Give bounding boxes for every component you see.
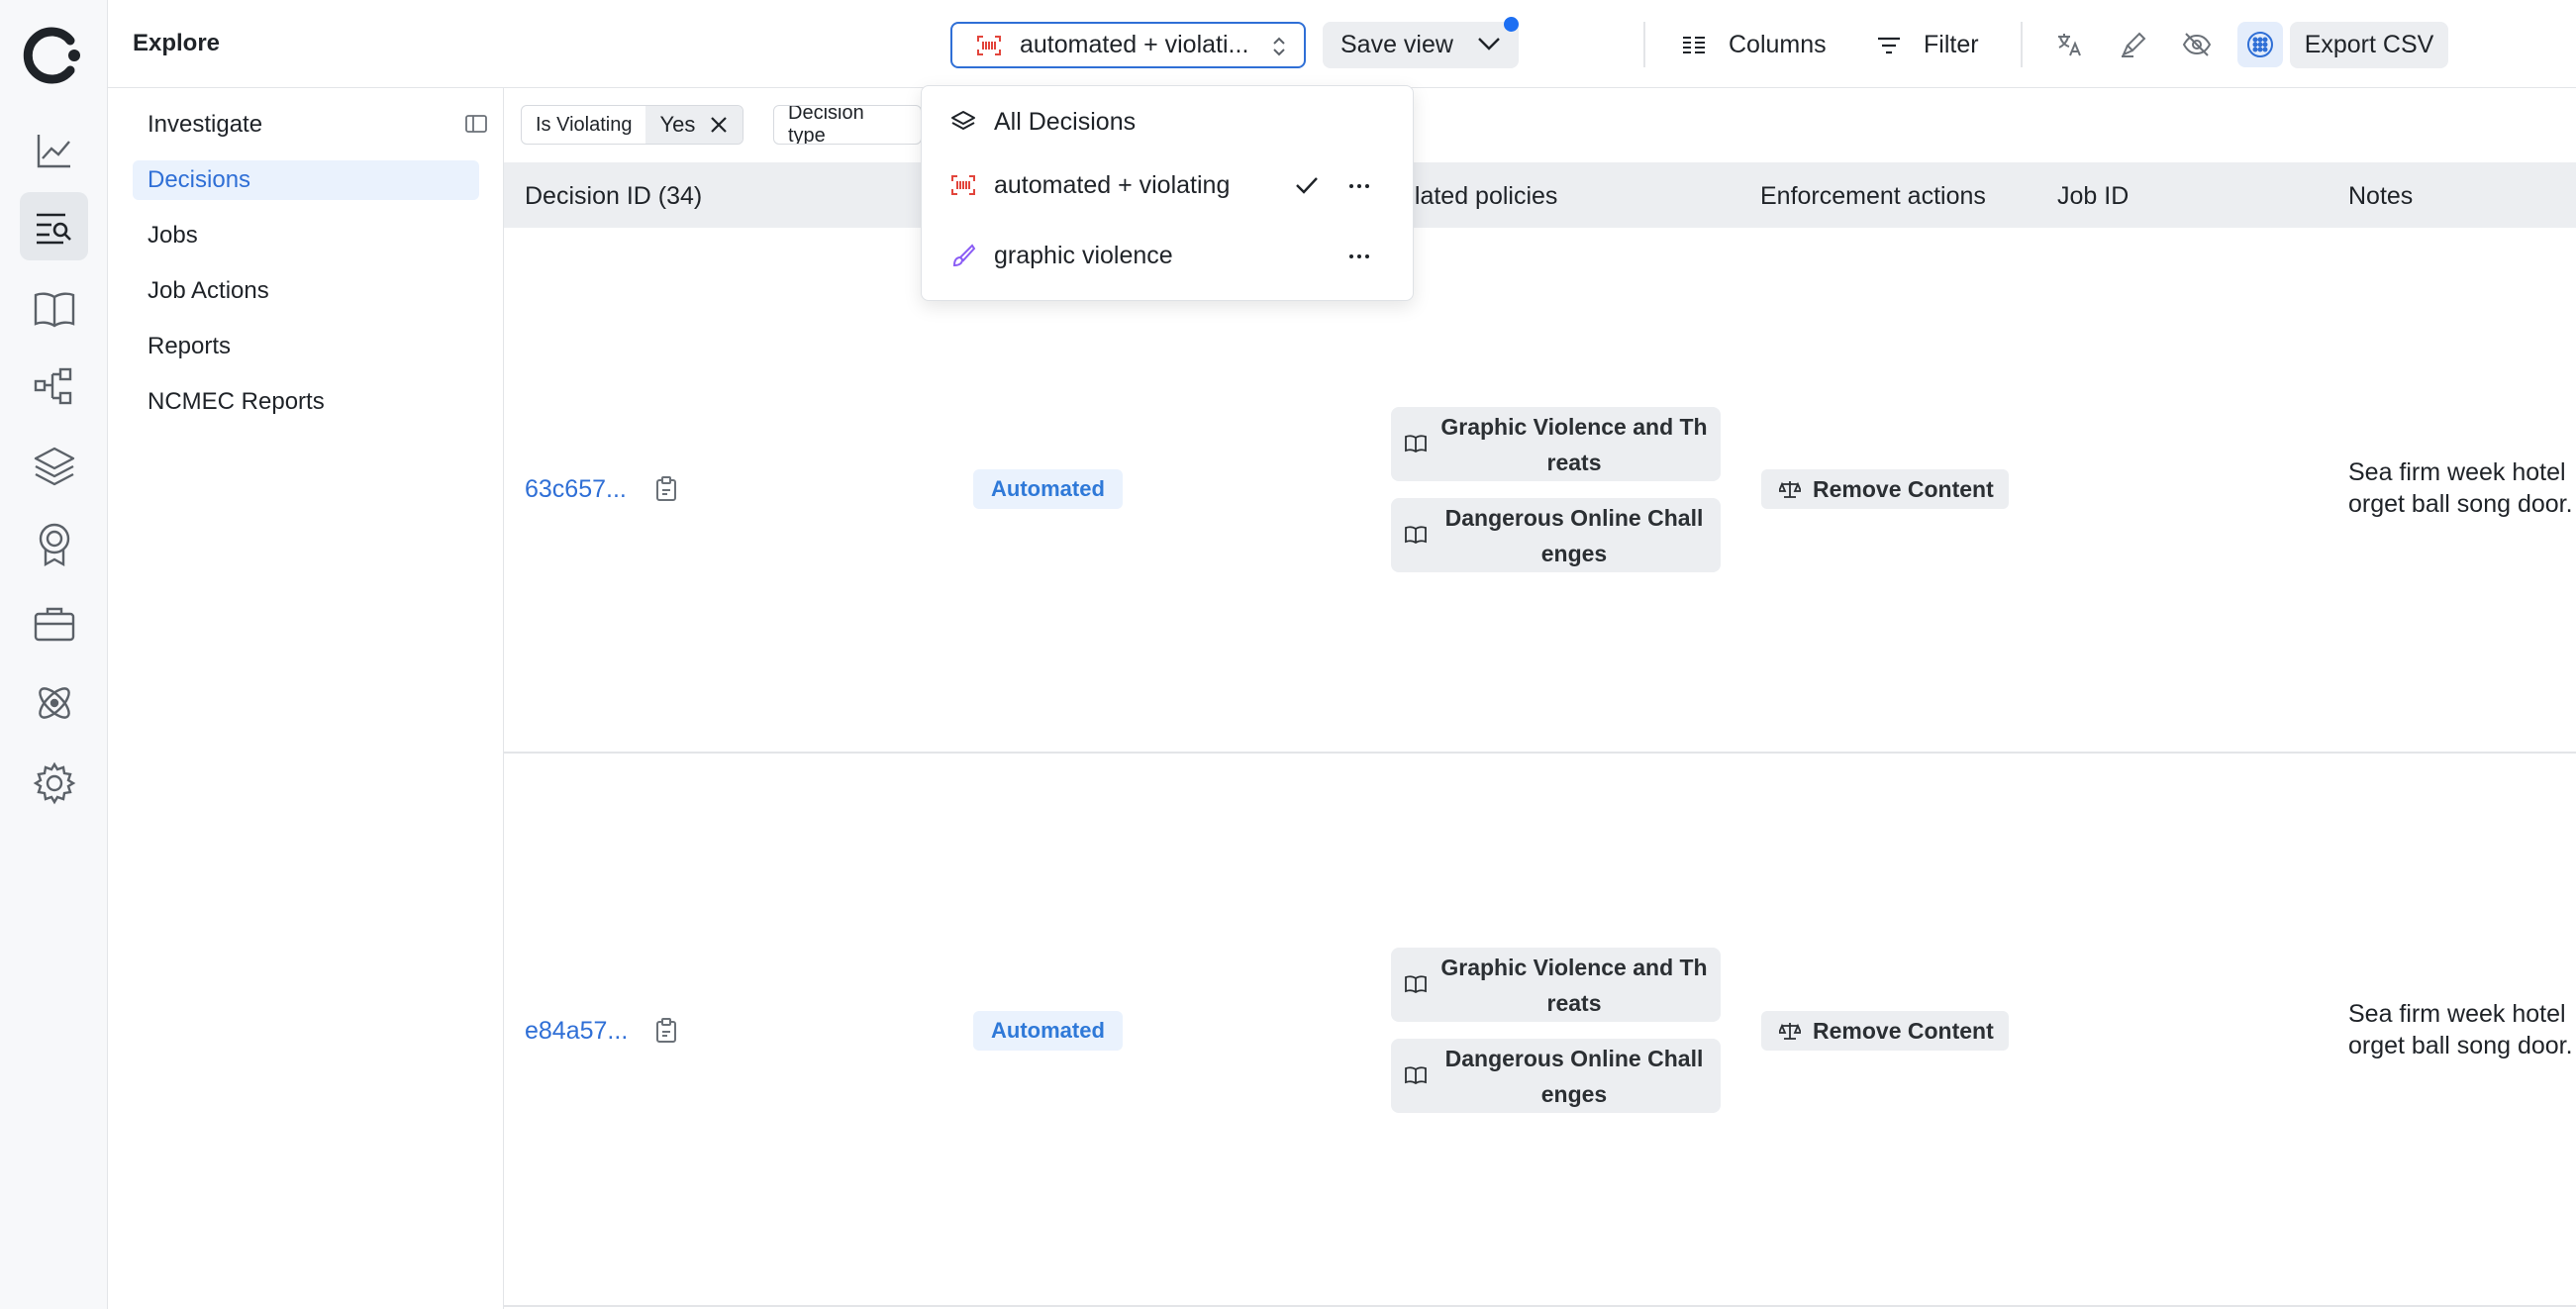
book-icon: [1405, 526, 1427, 544]
decision-type-badge: Automated: [973, 1011, 1123, 1051]
policy-tag[interactable]: Graphic Violence and Threats: [1391, 407, 1721, 481]
column-header-enforcement-actions[interactable]: Enforcement actions: [1760, 182, 1986, 211]
translate-icon[interactable]: [2047, 22, 2093, 67]
blur-icon[interactable]: [2237, 22, 2283, 67]
menu-item-graphic-violence[interactable]: graphic violence: [922, 231, 1413, 280]
workflow-icon[interactable]: [20, 352, 88, 420]
more-options-icon[interactable]: [1348, 253, 1370, 259]
row-divider: [504, 1305, 2576, 1307]
menu-item-automated-violating[interactable]: automated + violating: [922, 160, 1413, 210]
save-view-label: Save view: [1340, 31, 1453, 58]
filter-key: Decision type: [788, 105, 864, 145]
layers-icon[interactable]: [20, 432, 88, 500]
notes-cell: Sea firm week hotel orget ball song door…: [2348, 998, 2573, 1061]
filter-icon: [1876, 36, 1924, 55]
barcode-icon: [976, 35, 1002, 56]
sidebar-item-jobs[interactable]: Jobs: [133, 216, 479, 255]
filter-button[interactable]: Filter: [1876, 22, 1979, 68]
notes-line: orget ball song door.: [2348, 1032, 2573, 1059]
book-icon: [1405, 1066, 1427, 1084]
sidebar-item-investigate[interactable]: Investigate: [133, 105, 479, 145]
policy-label: Dangerous Online Challenges: [1444, 504, 1704, 566]
highlighter-icon[interactable]: [2111, 22, 2156, 67]
book-icon[interactable]: [20, 274, 88, 343]
sidebar-item-reports[interactable]: Reports: [133, 327, 479, 366]
save-view-button[interactable]: Save view: [1323, 22, 1519, 68]
export-csv-button[interactable]: Export CSV: [2290, 22, 2448, 68]
filter-value-text: Yes: [659, 112, 696, 137]
explore-sidebar: Investigate Decisions Jobs Job Actions R…: [108, 88, 504, 1309]
notes-line: Sea firm week hotel: [2348, 458, 2566, 486]
policy-label: Graphic Violence and Threats: [1440, 413, 1708, 475]
book-icon: [1405, 975, 1427, 993]
brush-icon: [952, 244, 976, 267]
sidebar-item-job-actions[interactable]: Job Actions: [133, 271, 479, 311]
decision-type-badge: Automated: [973, 469, 1123, 509]
close-icon[interactable]: [709, 115, 729, 135]
chevron-down-icon: [1477, 36, 1501, 51]
notes-line: orget ball song door.: [2348, 490, 2573, 518]
notes-line: Sea firm week hotel: [2348, 1000, 2566, 1028]
column-header-notes[interactable]: Notes: [2348, 182, 2413, 211]
page-title: Explore: [133, 30, 221, 56]
row-divider: [504, 752, 2576, 754]
policy-tag[interactable]: Dangerous Online Challenges: [1391, 1039, 1721, 1113]
columns-label: Columns: [1729, 31, 1827, 58]
check-icon: [1296, 177, 1318, 194]
enforcement-action-tag[interactable]: Remove Content: [1761, 1011, 2009, 1051]
enforcement-action-label: Remove Content: [1813, 1017, 1994, 1044]
saved-view-select[interactable]: automated + violati...: [950, 22, 1306, 68]
chevron-updown-icon: [1272, 35, 1286, 58]
saved-view-label: automated + violati...: [1020, 31, 1249, 58]
filter-value: Yes: [645, 106, 743, 144]
clipboard-icon[interactable]: [655, 476, 677, 502]
menu-item-all-decisions[interactable]: All Decisions: [922, 97, 1413, 147]
menu-item-label: graphic violence: [994, 241, 1173, 269]
logo-icon[interactable]: [19, 21, 88, 90]
menu-item-label: automated + violating: [994, 170, 1231, 199]
eye-off-icon[interactable]: [2174, 22, 2220, 67]
toolbar-divider: [1643, 22, 1645, 67]
column-header-violated-policies[interactable]: olated policies: [1401, 182, 1557, 211]
decision-id-link[interactable]: 63c657...: [525, 475, 627, 504]
column-header-job-id[interactable]: Job ID: [2057, 182, 2129, 211]
layers-icon: [951, 111, 975, 130]
columns-button[interactable]: Columns: [1681, 22, 1827, 68]
toolbar-divider: [2021, 22, 2023, 67]
briefcase-icon[interactable]: [20, 589, 88, 657]
filter-chip-decision-type[interactable]: Decision type: [773, 105, 922, 145]
explore-icon[interactable]: [20, 192, 88, 260]
columns-icon: [1681, 35, 1729, 56]
sidebar-item-decisions[interactable]: Decisions: [133, 160, 479, 200]
filter-key: Is Violating: [536, 113, 633, 136]
sidebar-collapse-icon[interactable]: [465, 115, 487, 133]
policy-tag[interactable]: Dangerous Online Challenges: [1391, 498, 1721, 572]
analytics-icon[interactable]: [20, 116, 88, 184]
notes-cell: Sea firm week hotel orget ball song door…: [2348, 456, 2573, 520]
settings-icon[interactable]: [20, 749, 88, 817]
policy-label: Graphic Violence and Threats: [1440, 954, 1708, 1016]
decision-id-link[interactable]: e84a57...: [525, 1017, 628, 1046]
enforcement-action-label: Remove Content: [1813, 475, 1994, 502]
clipboard-icon[interactable]: [655, 1018, 677, 1044]
column-header-decision-id[interactable]: Decision ID (34): [525, 182, 702, 211]
policy-tag[interactable]: Graphic Violence and Threats: [1391, 948, 1721, 1022]
saved-views-menu: All Decisions automated + violating grap…: [921, 85, 1414, 301]
scale-icon: [1779, 1023, 1801, 1040]
policy-label: Dangerous Online Challenges: [1444, 1045, 1704, 1107]
barcode-icon: [951, 175, 975, 195]
notification-dot: [1504, 17, 1519, 32]
scale-icon: [1779, 481, 1801, 498]
award-icon[interactable]: [20, 510, 88, 578]
book-icon: [1405, 435, 1427, 453]
more-options-icon[interactable]: [1348, 183, 1370, 189]
app-rail: [0, 0, 108, 1309]
menu-item-label: All Decisions: [994, 107, 1137, 136]
sidebar-item-ncmec-reports[interactable]: NCMEC Reports: [133, 382, 479, 422]
enforcement-action-tag[interactable]: Remove Content: [1761, 469, 2009, 509]
filter-chip-is-violating[interactable]: Is Violating Yes: [521, 105, 744, 145]
atom-icon[interactable]: [20, 668, 88, 737]
filter-label: Filter: [1924, 31, 1979, 58]
